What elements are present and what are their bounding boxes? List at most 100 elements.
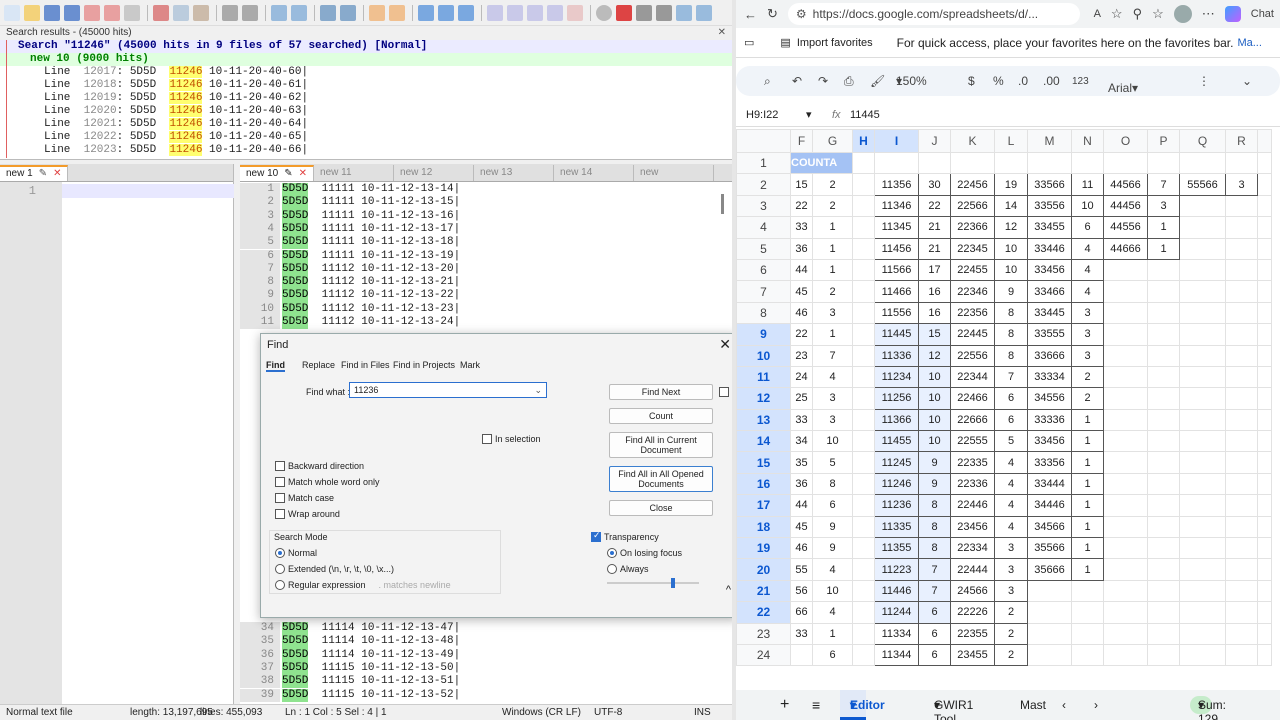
find-all-current-button[interactable]: Find All in Current Document <box>609 432 713 458</box>
cell[interactable] <box>1147 494 1180 517</box>
cell[interactable]: 4 <box>812 365 853 389</box>
cell[interactable]: 33446 <box>1027 237 1072 260</box>
close-icon[interactable]: ✕ <box>719 336 731 353</box>
cell[interactable] <box>1147 601 1180 624</box>
row-header[interactable]: 5 <box>736 237 791 260</box>
cell[interactable] <box>1103 387 1148 410</box>
record-macro-icon[interactable] <box>596 4 612 21</box>
tab-find-in-files[interactable]: Find in Files <box>341 360 390 370</box>
cell-table[interactable]: F G H I J K L M N O P Q R 1 COUNTA 2 15 2 11356 30 22456 19 33… <box>736 129 1272 667</box>
cell[interactable]: 36 <box>790 237 813 260</box>
cell[interactable]: 17 <box>918 258 951 282</box>
cell[interactable]: 5 <box>812 451 853 474</box>
cell[interactable]: 10 <box>812 579 853 603</box>
row-header[interactable]: 20 <box>736 558 791 581</box>
decrease-decimal-button[interactable]: .0 <box>1018 74 1028 88</box>
cell[interactable] <box>1225 430 1258 453</box>
cell[interactable]: 33444 <box>1027 472 1072 496</box>
cell[interactable] <box>1147 151 1180 175</box>
cell[interactable]: 44566 <box>1103 173 1148 196</box>
cell[interactable]: 4 <box>994 515 1028 539</box>
match-case-checkbox[interactable]: Match case <box>275 493 334 503</box>
cell[interactable]: 3 <box>812 387 853 410</box>
in-selection-checkbox[interactable]: In selection <box>482 434 541 444</box>
find-icon[interactable] <box>271 4 287 21</box>
cell[interactable]: 2 <box>994 643 1028 667</box>
cell[interactable] <box>1179 194 1226 218</box>
find-what-input[interactable]: 11236 ⌄ <box>349 382 547 398</box>
backward-direction-checkbox[interactable]: Backward direction <box>275 461 364 471</box>
cell[interactable] <box>790 643 813 667</box>
cell[interactable]: 11245 <box>874 451 919 474</box>
cell[interactable] <box>1257 451 1272 474</box>
cell[interactable]: 1 <box>1071 515 1104 539</box>
print-icon[interactable] <box>124 4 140 21</box>
menu-icon[interactable]: ⋯ <box>1202 6 1215 22</box>
cell[interactable]: 35566 <box>1027 537 1072 560</box>
cell[interactable]: 19 <box>994 173 1028 196</box>
cell[interactable]: 33456 <box>1027 258 1072 282</box>
tab-replace[interactable]: Replace <box>302 360 335 370</box>
row-header[interactable]: 13 <box>736 408 791 432</box>
spell-check-icon[interactable] <box>696 4 712 21</box>
cell[interactable] <box>1179 151 1226 175</box>
open-folder-icon[interactable] <box>24 4 40 21</box>
cell[interactable]: 22 <box>918 194 951 218</box>
cell[interactable] <box>1103 151 1148 175</box>
cell[interactable]: 44666 <box>1103 237 1148 260</box>
cell[interactable]: 22455 <box>950 258 995 282</box>
row-header[interactable]: 12 <box>736 387 791 410</box>
import-favorites-link[interactable]: Import favorites <box>797 37 873 49</box>
word-wrap-icon[interactable] <box>418 4 434 21</box>
cell[interactable]: 8 <box>918 515 951 539</box>
cell[interactable]: 44 <box>790 258 813 282</box>
chat-label[interactable]: Chat <box>1251 8 1274 20</box>
cell[interactable] <box>1103 472 1148 496</box>
close-all-icon[interactable] <box>104 4 120 21</box>
cell[interactable] <box>1257 472 1272 496</box>
cell[interactable] <box>1257 515 1272 539</box>
cell[interactable] <box>1225 515 1258 539</box>
zoom-in-icon[interactable] <box>320 4 336 21</box>
cell[interactable]: 11366 <box>874 408 919 432</box>
new-file-icon[interactable] <box>4 4 20 21</box>
column-header[interactable]: J <box>918 129 951 153</box>
cell[interactable] <box>1147 323 1180 346</box>
cell[interactable]: 11336 <box>874 344 919 367</box>
back-icon[interactable]: ← <box>744 7 757 22</box>
cell[interactable] <box>1147 537 1180 560</box>
cell[interactable] <box>852 643 875 667</box>
cell[interactable]: 1 <box>1147 216 1180 239</box>
formula-input[interactable]: 11445 <box>850 109 880 121</box>
search-result-line[interactable]: Line 12020: 5D5D 11246 10-11-20-40-63| <box>0 105 732 118</box>
code-line[interactable]: 2 5D5D 11111 10-11-12-13-15| <box>240 196 460 210</box>
cell[interactable]: 7 <box>918 579 951 603</box>
cell[interactable]: 3 <box>1147 194 1180 218</box>
cell[interactable] <box>1257 579 1272 603</box>
replace-icon[interactable] <box>291 4 307 21</box>
cell[interactable] <box>1027 601 1072 624</box>
column-header[interactable]: M <box>1027 129 1072 153</box>
cell[interactable]: 22356 <box>950 301 995 325</box>
cell[interactable] <box>1257 280 1272 303</box>
code-line[interactable]: 37 5D5D 11115 10-11-12-13-50| <box>240 661 460 676</box>
code-line[interactable]: 7 5D5D 11112 10-11-12-13-20| <box>240 262 460 277</box>
cell[interactable]: 2 <box>812 280 853 303</box>
cell[interactable] <box>1103 408 1148 432</box>
cell[interactable]: 1 <box>1071 537 1104 560</box>
cell[interactable] <box>1179 622 1226 645</box>
cell[interactable] <box>1257 365 1272 389</box>
cell[interactable]: 33556 <box>1027 194 1072 218</box>
cell[interactable]: 6 <box>918 622 951 645</box>
cell[interactable] <box>1147 472 1180 496</box>
paint-format-icon[interactable]: 🖌 <box>870 74 885 88</box>
row-header[interactable]: 6 <box>736 258 791 282</box>
search-header-line[interactable]: Search "11246" (45000 hits in 9 files of… <box>0 40 732 53</box>
cell[interactable]: 33566 <box>1027 173 1072 196</box>
cell[interactable]: 22336 <box>950 472 995 496</box>
cell[interactable]: 22355 <box>950 622 995 645</box>
cell[interactable]: 6 <box>918 601 951 624</box>
cell[interactable] <box>852 537 875 560</box>
cell[interactable] <box>1225 151 1258 175</box>
avatar[interactable] <box>1173 5 1192 23</box>
